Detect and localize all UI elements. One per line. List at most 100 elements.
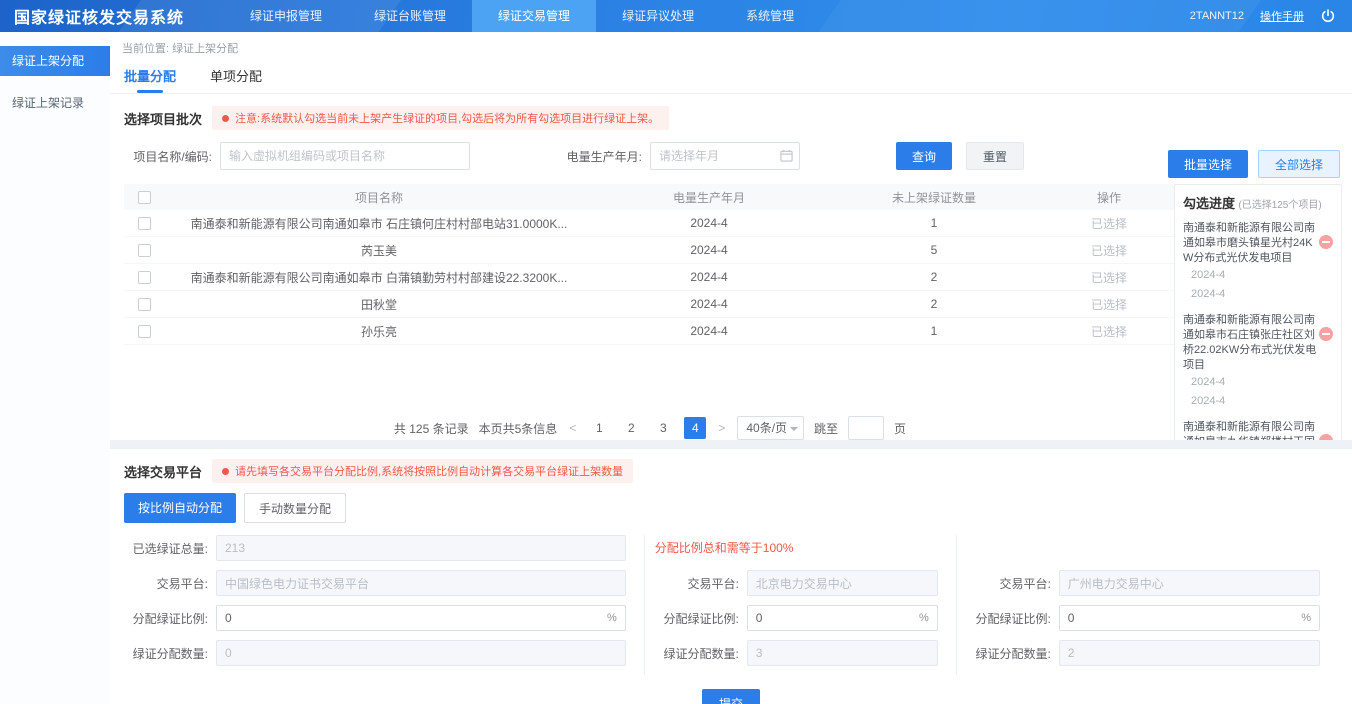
remove-item-icon[interactable] [1319, 327, 1333, 341]
percent-suffix: % [599, 612, 625, 624]
table-row: 南通泰和新能源有限公司南通如皋市 石庄镇何庄村村部电站31.0000K... 2… [124, 210, 1176, 237]
table-row: 芮玉美 2024-4 5 已选择 [124, 237, 1176, 264]
qty-cell: 2 [824, 297, 1044, 311]
page-button-4-active[interactable]: 4 [684, 417, 706, 439]
production-month-picker[interactable] [650, 142, 800, 170]
project-name-cell: 孙乐亮 [164, 323, 594, 340]
project-name-cell: 田秋堂 [164, 296, 594, 313]
platform-name-input [216, 570, 626, 596]
nav-item-system[interactable]: 系统管理 [720, 0, 820, 32]
project-name-input[interactable] [220, 142, 470, 170]
action-cell: 已选择 [1044, 215, 1174, 232]
selected-item-name: 南通泰和新能源有限公司南通如皋市石庄镇张庄社区刘桥22.02KW分布式光伏发电项… [1183, 313, 1317, 373]
mode-tab-auto-ratio[interactable]: 按比例自动分配 [124, 493, 236, 523]
selected-item-date: 2024-4 [1183, 392, 1317, 411]
month-cell: 2024-4 [594, 243, 824, 257]
ratio-input[interactable] [1060, 606, 1293, 630]
nav-item-trade[interactable]: 绿证交易管理 [472, 0, 596, 32]
ratio-label: 分配绿证比例: [967, 610, 1059, 627]
search-button[interactable]: 查询 [896, 142, 952, 170]
ratio-input-wrap: % [747, 605, 938, 631]
col-production-month: 电量生产年月 [594, 189, 824, 206]
page-button-2[interactable]: 2 [620, 417, 642, 439]
platform-name-input [747, 570, 938, 596]
prev-page-button[interactable]: < [567, 421, 578, 435]
tab-batch-allocation[interactable]: 批量分配 [124, 66, 176, 93]
total-selected-input [216, 535, 626, 561]
allocation-form: 已选绿证总量: 交易平台: 分配绿证比例: % [124, 535, 1338, 675]
platform-warning-text: 请先填写各交易平台分配比例,系统将按照比例自动计算各交易平台绿证上架数量 [235, 463, 623, 479]
section-divider [110, 440, 1352, 449]
tab-single-allocation[interactable]: 单项分配 [210, 66, 262, 93]
batch-select-button[interactable]: 批量选择 [1168, 150, 1248, 178]
qty-cell: 5 [824, 243, 1044, 257]
reset-button[interactable]: 重置 [966, 142, 1024, 170]
row-checkbox[interactable] [138, 271, 151, 284]
month-cell: 2024-4 [594, 216, 824, 230]
row-checkbox[interactable] [138, 325, 151, 338]
ratio-input[interactable] [217, 606, 599, 630]
select-all-checkbox[interactable] [138, 191, 151, 204]
platform-section-header: 选择交易平台 请先填写各交易平台分配比例,系统将按照比例自动计算各交易平台绿证上… [124, 459, 1338, 483]
power-icon[interactable] [1320, 8, 1336, 24]
warning-dot-icon [222, 115, 229, 122]
page: 国家绿证核发交易系统 绿证申报管理 绿证台账管理 绿证交易管理 绿证异议处理 系… [0, 0, 1352, 704]
filter-bar: 项目名称/编码: 电量生产年月: 查询 重置 [110, 130, 1352, 180]
sidebar: 绿证上架分配 绿证上架记录 [0, 32, 110, 704]
table-row: 田秋堂 2024-4 2 已选择 [124, 291, 1176, 318]
qty-cell: 1 [824, 216, 1044, 230]
pagination: 共 125 条记录 本页共5条信息 < 1 2 3 4 > 40条/页 跳至 页 [124, 416, 1176, 440]
qty-cell: 1 [824, 324, 1044, 338]
quantity-input [216, 640, 626, 666]
page-button-1[interactable]: 1 [588, 417, 610, 439]
selected-item: 南通泰和新能源有限公司南通如皋市磨头镇星光村24KW分布式光伏发电项目 2024… [1183, 221, 1333, 304]
next-page-button[interactable]: > [716, 421, 727, 435]
sidebar-item-listing-allocation[interactable]: 绿证上架分配 [0, 46, 110, 76]
nav-item-dispute[interactable]: 绿证异议处理 [596, 0, 720, 32]
allocation-tabs: 批量分配 单项分配 [110, 60, 1352, 94]
platform-name-input [1059, 570, 1320, 596]
sidebar-item-listing-records[interactable]: 绿证上架记录 [0, 88, 110, 118]
production-month-input[interactable] [650, 142, 800, 170]
platform-label: 交易平台: [655, 575, 747, 592]
selected-panel-count: (已选择125个项目) [1238, 200, 1321, 211]
select-all-button[interactable]: 全部选择 [1258, 150, 1340, 178]
ratio-input[interactable] [748, 606, 911, 630]
project-name-cell: 南通泰和新能源有限公司南通如皋市 石庄镇何庄村村部电站31.0000K... [164, 215, 594, 232]
table-row: 孙乐亮 2024-4 1 已选择 [124, 318, 1176, 345]
remove-item-icon[interactable] [1319, 235, 1333, 249]
manual-link[interactable]: 操作手册 [1260, 8, 1304, 24]
username: 2TANNT12 [1190, 10, 1244, 22]
selection-actions: 批量选择 全部选择 [1168, 150, 1340, 178]
production-month-label: 电量生产年月: [470, 148, 650, 165]
quantity-input [1059, 640, 1320, 666]
main-content: 当前位置: 绿证上架分配 批量分配 单项分配 选择项目批次 注意:系统默认勾选当… [110, 32, 1352, 704]
jump-label: 跳至 [814, 420, 838, 437]
app-title: 国家绿证核发交易系统 [14, 4, 184, 28]
project-name-label: 项目名称/编码: [110, 148, 220, 165]
ratio-input-wrap: % [216, 605, 626, 631]
ratio-sum-note: 分配比例总和需等于100% [655, 535, 794, 561]
percent-suffix: % [1293, 612, 1319, 624]
mode-tab-manual-qty[interactable]: 手动数量分配 [244, 493, 346, 523]
total-selected-label: 已选绿证总量: [124, 540, 216, 557]
nav-item-ledger[interactable]: 绿证台账管理 [348, 0, 472, 32]
row-checkbox[interactable] [138, 298, 151, 311]
quantity-label: 绿证分配数量: [967, 645, 1059, 662]
row-checkbox[interactable] [138, 244, 151, 257]
month-cell: 2024-4 [594, 270, 824, 284]
nav-item-declare[interactable]: 绿证申报管理 [224, 0, 348, 32]
percent-suffix: % [911, 612, 937, 624]
platform-label: 交易平台: [124, 575, 216, 592]
project-warning: 注意:系统默认勾选当前未上架产生绿证的项目,勾选后将为所有勾选项目进行绿证上架。 [212, 106, 669, 130]
row-checkbox[interactable] [138, 217, 151, 230]
jump-page-input[interactable] [848, 416, 884, 440]
allocation-mode-tabs: 按比例自动分配 手动数量分配 [124, 493, 1338, 523]
calendar-icon [780, 149, 793, 162]
page-size-select[interactable]: 40条/页 [737, 416, 804, 440]
submit-button[interactable]: 提交 [702, 689, 760, 704]
page-button-3[interactable]: 3 [652, 417, 674, 439]
project-section-header: 选择项目批次 注意:系统默认勾选当前未上架产生绿证的项目,勾选后将为所有勾选项目… [110, 94, 1352, 130]
selected-panel-title: 勾选进度 [1183, 196, 1235, 211]
month-cell: 2024-4 [594, 324, 824, 338]
